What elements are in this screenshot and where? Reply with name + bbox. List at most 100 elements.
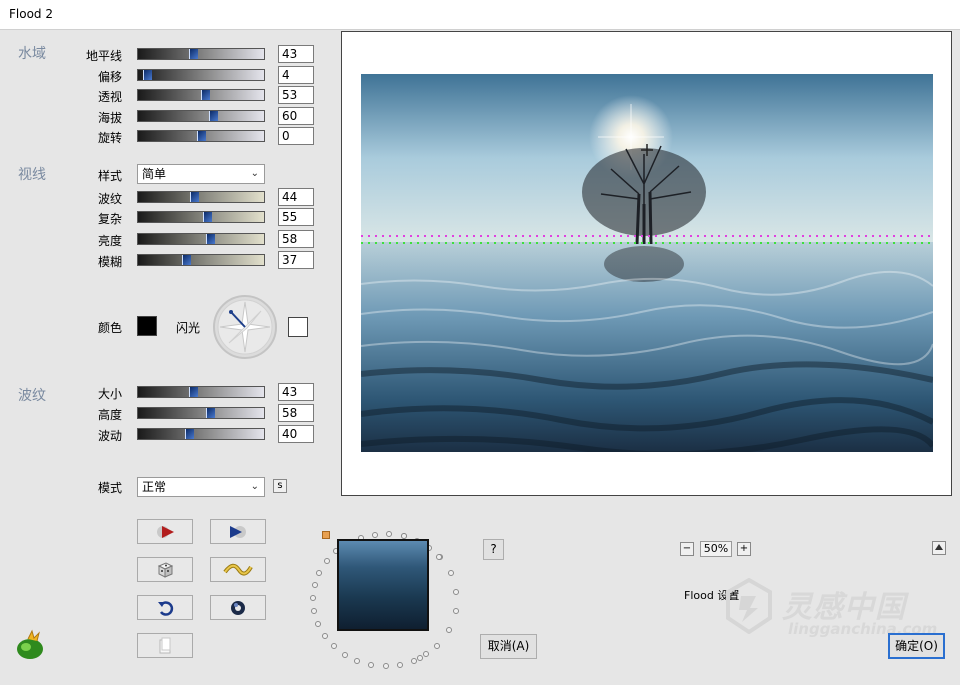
random-button[interactable]: [137, 557, 193, 582]
slider-track[interactable]: [137, 48, 265, 60]
play-forward-button[interactable]: [137, 519, 193, 544]
preset-dot[interactable]: [316, 570, 322, 576]
ring-button[interactable]: [210, 595, 266, 620]
slider-value-input[interactable]: 55: [278, 208, 314, 226]
style-label: 样式: [97, 169, 122, 183]
ring-icon: [231, 600, 245, 615]
collapse-button[interactable]: [932, 541, 946, 555]
compass-icon[interactable]: [212, 294, 278, 360]
slider-track[interactable]: [137, 191, 265, 203]
window-title: Flood 2: [9, 7, 53, 21]
slider-label: 地平线: [85, 49, 122, 63]
slider-label: 波纹: [97, 192, 122, 206]
slider-value-input[interactable]: 0: [278, 127, 314, 145]
preset-dot[interactable]: [448, 570, 454, 576]
preset-dot[interactable]: [383, 663, 389, 669]
slider-track[interactable]: [137, 407, 265, 419]
slider-thumb[interactable]: [206, 408, 215, 418]
slider-value-input[interactable]: 53: [278, 86, 314, 104]
slider-track[interactable]: [137, 428, 265, 440]
slider-label: 模糊: [97, 255, 122, 269]
slider-thumb[interactable]: [209, 111, 218, 121]
play-back-button[interactable]: [210, 519, 266, 544]
slider-value-input[interactable]: 37: [278, 251, 314, 269]
section-view-title: 视线: [18, 167, 46, 183]
zoom-out-button[interactable]: −: [680, 542, 694, 556]
zoom-in-button[interactable]: +: [737, 542, 751, 556]
mode-select[interactable]: 正常 ⌄: [137, 477, 265, 497]
glint-swatch[interactable]: [288, 317, 308, 337]
slider-value-input[interactable]: 40: [278, 425, 314, 443]
preset-marker: [322, 531, 330, 539]
preset-dot[interactable]: [310, 595, 316, 601]
slider-track[interactable]: [137, 69, 265, 81]
wave-button[interactable]: [210, 557, 266, 582]
slider-value-input[interactable]: 60: [278, 107, 314, 125]
slider-track[interactable]: [137, 386, 265, 398]
preset-dot[interactable]: [397, 662, 403, 668]
mode-select-value: 正常: [142, 480, 167, 494]
slider-thumb[interactable]: [185, 429, 194, 439]
style-select[interactable]: 简单 ⌄: [137, 164, 265, 184]
zoom-level: 50%: [700, 541, 732, 557]
preset-dot[interactable]: [311, 608, 317, 614]
slider-track[interactable]: [137, 89, 265, 101]
dice-icon: [157, 561, 174, 578]
slider-thumb[interactable]: [143, 70, 152, 80]
preset-dot[interactable]: [436, 554, 442, 560]
preset-dot[interactable]: [453, 589, 459, 595]
slider-thumb[interactable]: [189, 387, 198, 397]
slider-thumb[interactable]: [197, 131, 206, 141]
slider-value-input[interactable]: 44: [278, 188, 314, 206]
preset-dot[interactable]: [322, 633, 328, 639]
preset-dot[interactable]: [331, 643, 337, 649]
title-bar: Flood 2: [0, 0, 960, 30]
ok-button[interactable]: 确定(O): [888, 633, 945, 659]
slider-thumb[interactable]: [182, 255, 191, 265]
preset-dot[interactable]: [386, 531, 392, 537]
preset-dot[interactable]: [354, 658, 360, 664]
preset-dot[interactable]: [368, 662, 374, 668]
slider-thumb[interactable]: [206, 234, 215, 244]
slider-track[interactable]: [137, 233, 265, 245]
help-button[interactable]: ?: [483, 539, 504, 560]
slider-thumb[interactable]: [203, 212, 212, 222]
preset-dot[interactable]: [423, 651, 429, 657]
preset-dot[interactable]: [315, 621, 321, 627]
preset-dot[interactable]: [411, 658, 417, 664]
slider-value-input[interactable]: 58: [278, 404, 314, 422]
slider-label: 海拔: [97, 111, 122, 125]
play-forward-icon: [157, 525, 174, 538]
preset-dot[interactable]: [312, 582, 318, 588]
slider-label: 高度: [97, 408, 122, 422]
preset-dot[interactable]: [434, 643, 440, 649]
slider-value-input[interactable]: 43: [278, 383, 314, 401]
preset-dot[interactable]: [453, 608, 459, 614]
slider-track[interactable]: [137, 211, 265, 223]
mode-toggle-button[interactable]: s: [273, 479, 287, 493]
preset-dot[interactable]: [446, 627, 452, 633]
copy-button[interactable]: [137, 633, 193, 658]
slider-thumb[interactable]: [189, 49, 198, 59]
slider-value-input[interactable]: 43: [278, 45, 314, 63]
preset-dot[interactable]: [342, 652, 348, 658]
slider-track[interactable]: [137, 254, 265, 266]
watermark-logo-icon: [726, 577, 772, 635]
slider-track[interactable]: [137, 130, 265, 142]
undo-button[interactable]: [137, 595, 193, 620]
slider-thumb[interactable]: [190, 192, 199, 202]
preset-dot[interactable]: [372, 532, 378, 538]
cancel-button[interactable]: 取消(A): [480, 634, 537, 659]
preset-dot[interactable]: [324, 558, 330, 564]
slider-thumb[interactable]: [201, 90, 210, 100]
style-select-value: 简单: [142, 167, 167, 181]
slider-track[interactable]: [137, 110, 265, 122]
slider-value-input[interactable]: 4: [278, 66, 314, 84]
preset-dot[interactable]: [417, 655, 423, 661]
color-swatch[interactable]: [137, 316, 157, 336]
glint-label: 闪光: [175, 321, 200, 335]
slider-value-input[interactable]: 58: [278, 230, 314, 248]
preset-thumbnail[interactable]: [337, 539, 429, 631]
preview-image[interactable]: [361, 74, 933, 452]
slider-label: 复杂: [97, 212, 122, 226]
